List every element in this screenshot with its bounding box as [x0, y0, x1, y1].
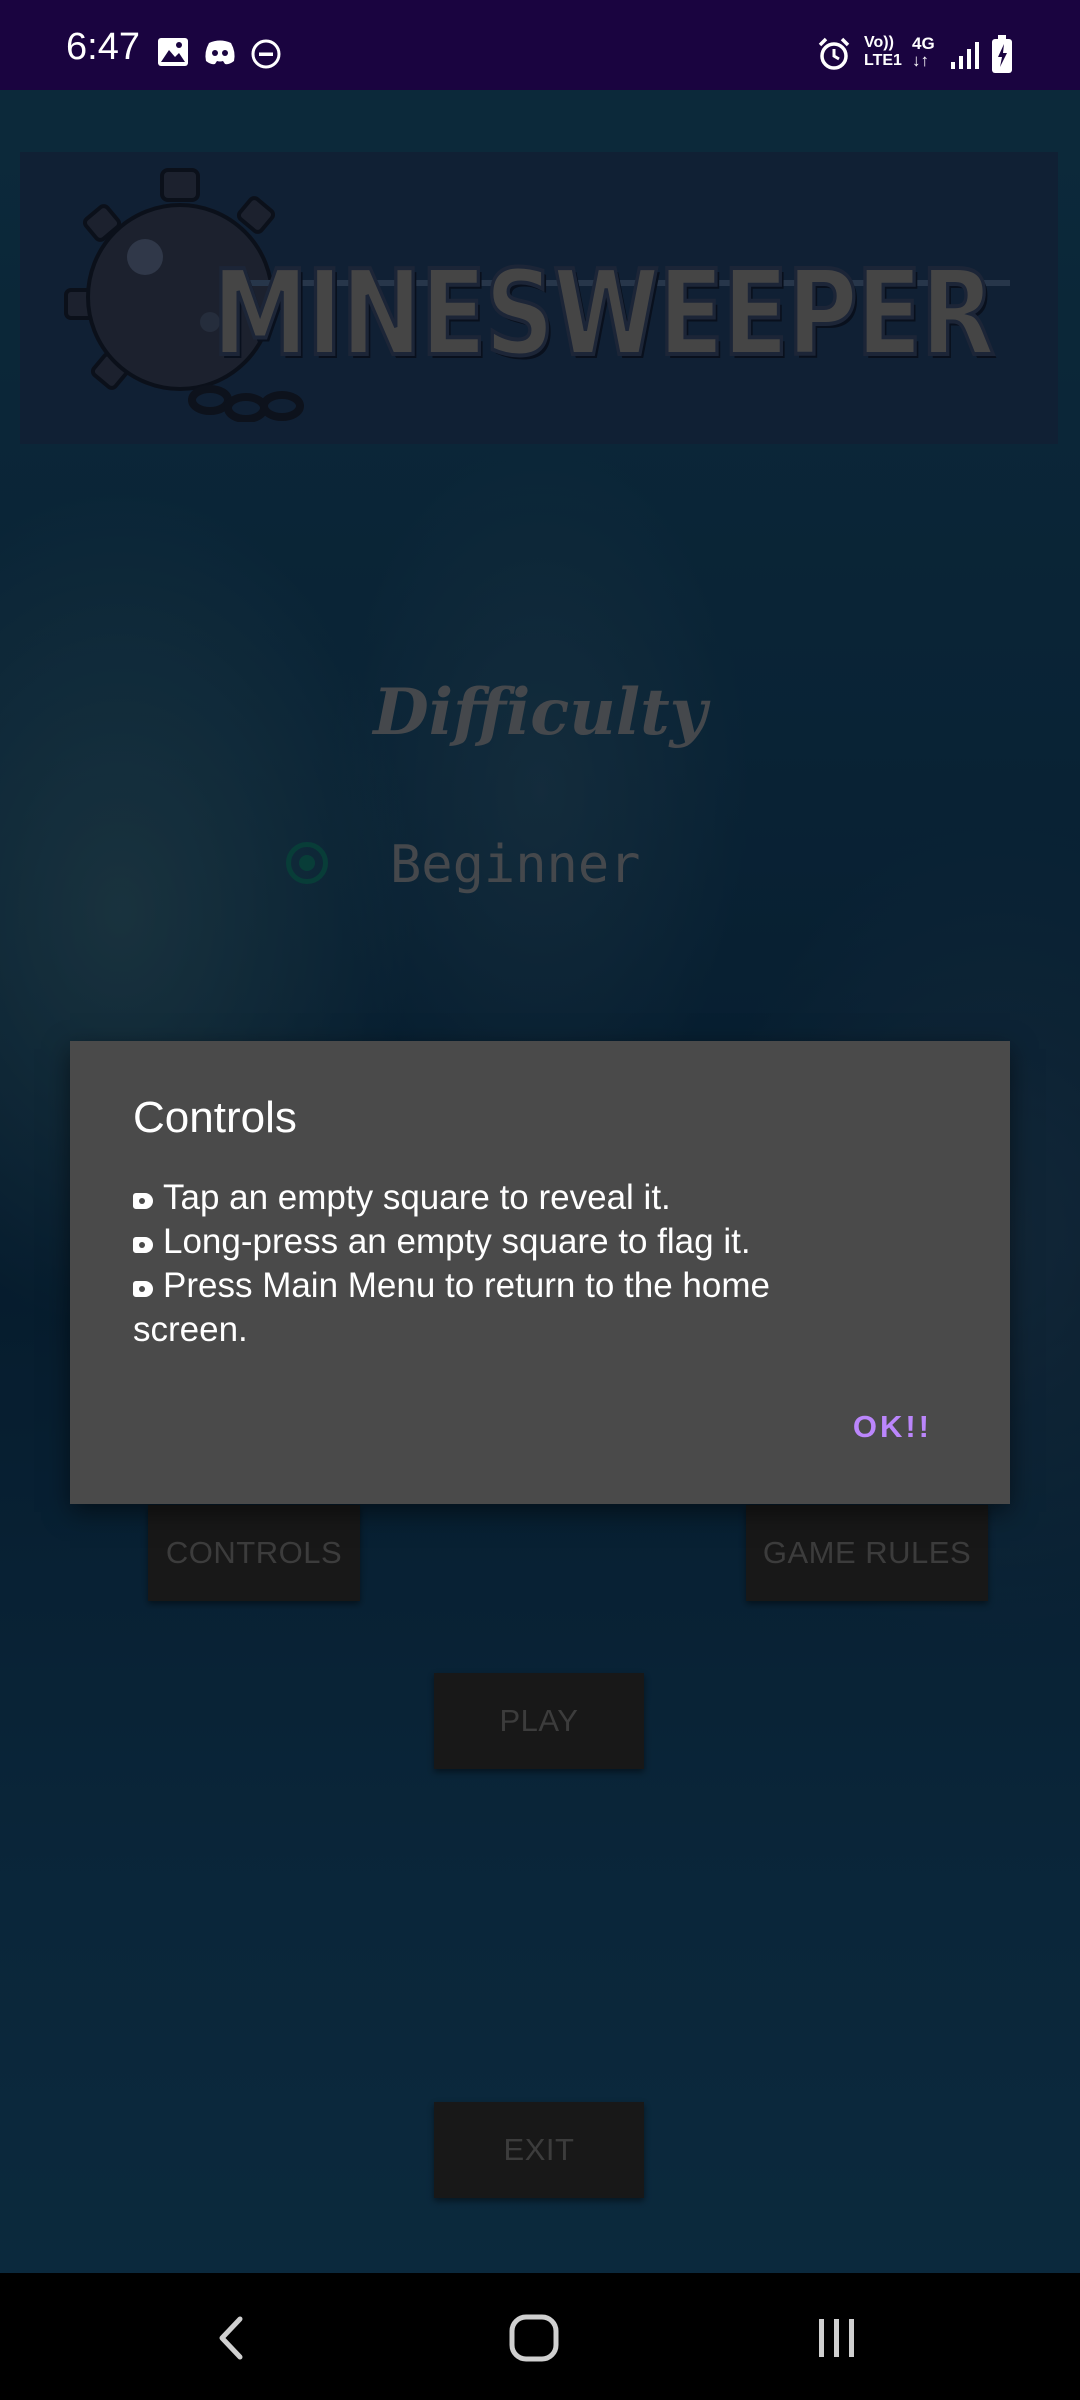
- volte-indicator: Vo)) LTE1: [864, 34, 906, 70]
- home-icon[interactable]: [508, 2313, 560, 2363]
- dialog-line: Press Main Menu to return to the home sc…: [133, 1264, 893, 1352]
- dialog-line-text: Long-press an empty square to flag it.: [163, 1222, 751, 1261]
- 4g-icon: 4G ↓↑: [912, 34, 935, 70]
- discord-icon: [205, 40, 235, 65]
- dialog-line-text: Press Main Menu to return to the home sc…: [133, 1266, 770, 1349]
- dialog-line-text: Tap an empty square to reveal it.: [163, 1178, 671, 1217]
- dialog-title: Controls: [133, 1093, 297, 1142]
- battery-charging-icon: [992, 35, 1012, 73]
- label-bullet-icon: [133, 1237, 153, 1253]
- volte-text: Vo)) LTE1: [864, 34, 902, 69]
- recents-icon[interactable]: [814, 2313, 860, 2363]
- ok-button[interactable]: OK!!: [853, 1409, 932, 1445]
- image-icon: [158, 38, 188, 66]
- navigation-bar: [0, 2273, 1080, 2400]
- app-screen: MINESWEEPER Difficulty Beginner CONTROLS…: [0, 90, 1080, 2273]
- do-not-disturb-icon: [251, 39, 281, 69]
- back-icon[interactable]: [212, 2313, 252, 2363]
- signal-icon: [951, 42, 979, 69]
- alarm-icon: [818, 37, 850, 70]
- dialog-line: Long-press an empty square to flag it.: [133, 1220, 893, 1264]
- status-time: 6:47: [66, 26, 140, 68]
- label-bullet-icon: [133, 1281, 153, 1297]
- dialog-line: Tap an empty square to reveal it.: [133, 1176, 893, 1220]
- status-bar: 6:47 Vo)) LTE1 4G ↓↑: [0, 0, 1080, 90]
- controls-dialog: Controls Tap an empty square to reveal i…: [70, 1041, 1010, 1504]
- label-bullet-icon: [133, 1193, 153, 1209]
- dialog-message: Tap an empty square to reveal it. Long-p…: [133, 1176, 893, 1352]
